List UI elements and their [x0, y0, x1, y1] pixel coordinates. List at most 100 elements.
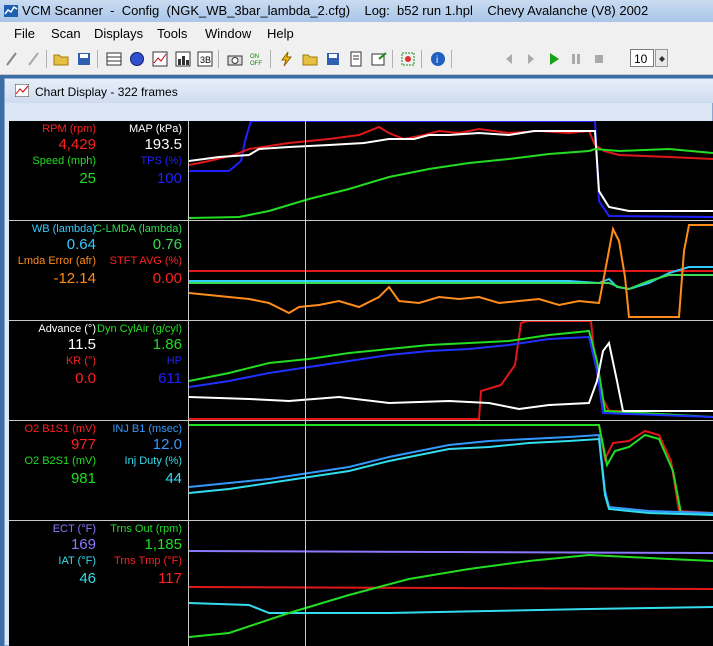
chart-panel-1[interactable]: RPM (rpm) 4,429 MAP (kPa) 193.5 Speed (m…: [9, 121, 713, 221]
menu-displays[interactable]: Displays: [94, 26, 143, 41]
stop-icon[interactable]: [591, 51, 607, 67]
iat-trace: [189, 602, 713, 614]
camera-icon[interactable]: [227, 51, 243, 67]
chart-panel-5[interactable]: ECT (°F) 169 Trns Out (rpm) 1,185 IAT (°…: [9, 521, 713, 646]
panel-5-traces: [189, 550, 713, 638]
ect-label: ECT (°F): [52, 523, 96, 535]
ect-value: 169: [70, 536, 96, 553]
c-lmda-trace: [189, 274, 713, 291]
speed-trace: [189, 147, 713, 219]
dyn-cylair-value: 1.86: [152, 336, 182, 353]
svg-text:ON: ON: [250, 54, 259, 60]
chart-window-title: Chart Display - 322 frames: [35, 85, 178, 99]
inj-b1-trace: [189, 433, 713, 514]
menu-file[interactable]: File: [14, 26, 35, 41]
table-icon[interactable]: [106, 51, 122, 67]
o2-b1s1-value: 977: [70, 436, 96, 453]
panel-3-traces: [189, 321, 713, 420]
panel-1-traces: [189, 121, 713, 219]
svg-text:OFF: OFF: [250, 61, 262, 67]
disconnect-icon[interactable]: [26, 51, 42, 67]
toolbar: 3B ON OFF i: [0, 44, 713, 75]
panel-4-labels: O2 B1S1 (mV) 977 INJ B1 (msec) 12.0 O2 B…: [9, 421, 189, 520]
menu-help[interactable]: Help: [267, 26, 294, 41]
kr-label: KR (°): [65, 355, 96, 367]
hp-trace: [189, 335, 713, 418]
dyn-cylair-label: Dyn CylAir (g/cyl): [97, 323, 182, 335]
frames-spinbox-arrows[interactable]: [655, 49, 668, 67]
rpm-value: 4,429: [58, 136, 96, 153]
toolbar-separator: [392, 50, 393, 68]
chart-window-titlebar: Chart Display - 322 frames: [5, 79, 713, 103]
ect-trace: [189, 550, 713, 554]
trns-tmp-value: 117: [158, 570, 182, 587]
menu-window[interactable]: Window: [205, 26, 251, 41]
gauge-icon[interactable]: [129, 51, 145, 67]
map-trace: [189, 130, 713, 212]
menu-scan[interactable]: Scan: [51, 26, 81, 41]
wb-label: WB (lambda): [31, 223, 96, 235]
o2-b1s1-trace: [189, 424, 713, 514]
chart-grid-icon[interactable]: [152, 51, 168, 67]
save-icon[interactable]: [76, 51, 92, 67]
inj-duty-value: 44: [165, 470, 182, 487]
kr-trace: [189, 321, 713, 420]
svg-text:i: i: [436, 55, 438, 66]
document-icon[interactable]: [348, 51, 364, 67]
map-value: 193.5: [144, 136, 182, 153]
open-log-icon[interactable]: [302, 51, 318, 67]
tps-value: 100: [156, 170, 182, 187]
settings-icon[interactable]: [400, 51, 416, 67]
panel-5-labels: ECT (°F) 169 Trns Out (rpm) 1,185 IAT (°…: [9, 521, 189, 646]
toolbar-separator: [97, 50, 98, 68]
o2-b1s1-label: O2 B1S1 (mV): [24, 423, 96, 435]
3bar-icon[interactable]: 3B: [197, 51, 213, 67]
panel-1-labels: RPM (rpm) 4,429 MAP (kPa) 193.5 Speed (m…: [9, 121, 189, 220]
app-icon: [4, 5, 18, 17]
frames-spinbox[interactable]: 10: [630, 49, 654, 67]
on-off-icon[interactable]: ON OFF: [250, 51, 266, 67]
advance-label: Advance (°): [38, 323, 96, 335]
play-icon[interactable]: [546, 51, 562, 67]
trns-out-value: 1,185: [144, 536, 182, 553]
inj-duty-label: Inj Duty (%): [124, 455, 182, 467]
chart-plot-area[interactable]: RPM (rpm) 4,429 MAP (kPa) 193.5 Speed (m…: [9, 121, 713, 646]
speed-value: 25: [79, 170, 96, 187]
connect-icon[interactable]: [4, 51, 20, 67]
pause-icon[interactable]: [568, 51, 584, 67]
panel-4-traces: [189, 424, 713, 516]
advance-value: 11.5: [67, 336, 96, 353]
rpm-label: RPM (rpm): [42, 123, 96, 135]
chart-icon: [15, 84, 29, 97]
stft-avg-label: STFT AVG (%): [109, 255, 182, 267]
hp-value: 611: [158, 370, 182, 387]
c-lmda-value: 0.76: [152, 236, 182, 253]
wb-value: 0.64: [66, 236, 96, 253]
chart-cursor-line[interactable]: [305, 121, 306, 646]
trns-tmp-label: Trns Tmp (°F): [114, 555, 182, 567]
inj-b1-value: 12.0: [152, 436, 182, 453]
panel-2-labels: WB (lambda) 0.64 C-LMDA (lambda) 0.76 Lm…: [9, 221, 189, 320]
info-icon[interactable]: i: [430, 51, 446, 67]
chart-panel-3[interactable]: Advance (°) 11.5 Dyn CylAir (g/cyl) 1.86…: [9, 321, 713, 421]
lmda-error-label: Lmda Error (afr): [17, 255, 96, 267]
kr-value: 0.0: [75, 370, 96, 387]
step-back-icon[interactable]: [501, 51, 517, 67]
toolbar-separator: [270, 50, 271, 68]
rpm-trace: [189, 125, 713, 166]
chart-panel-2[interactable]: WB (lambda) 0.64 C-LMDA (lambda) 0.76 Lm…: [9, 221, 713, 321]
save-log-icon[interactable]: [325, 51, 341, 67]
menu-tools[interactable]: Tools: [157, 26, 187, 41]
iat-value: 46: [79, 570, 96, 587]
export-icon[interactable]: [371, 51, 387, 67]
histogram-icon[interactable]: [175, 51, 191, 67]
open-folder-icon[interactable]: [53, 51, 69, 67]
inj-b1-label: INJ B1 (msec): [112, 423, 182, 435]
lightning-icon[interactable]: [279, 51, 295, 67]
c-lmda-label: C-LMDA (lambda): [93, 223, 182, 235]
trns-out-trace: [189, 553, 713, 638]
toolbar-separator: [218, 50, 219, 68]
map-label: MAP (kPa): [129, 123, 182, 135]
chart-panel-4[interactable]: O2 B1S1 (mV) 977 INJ B1 (msec) 12.0 O2 B…: [9, 421, 713, 521]
step-forward-icon[interactable]: [523, 51, 539, 67]
